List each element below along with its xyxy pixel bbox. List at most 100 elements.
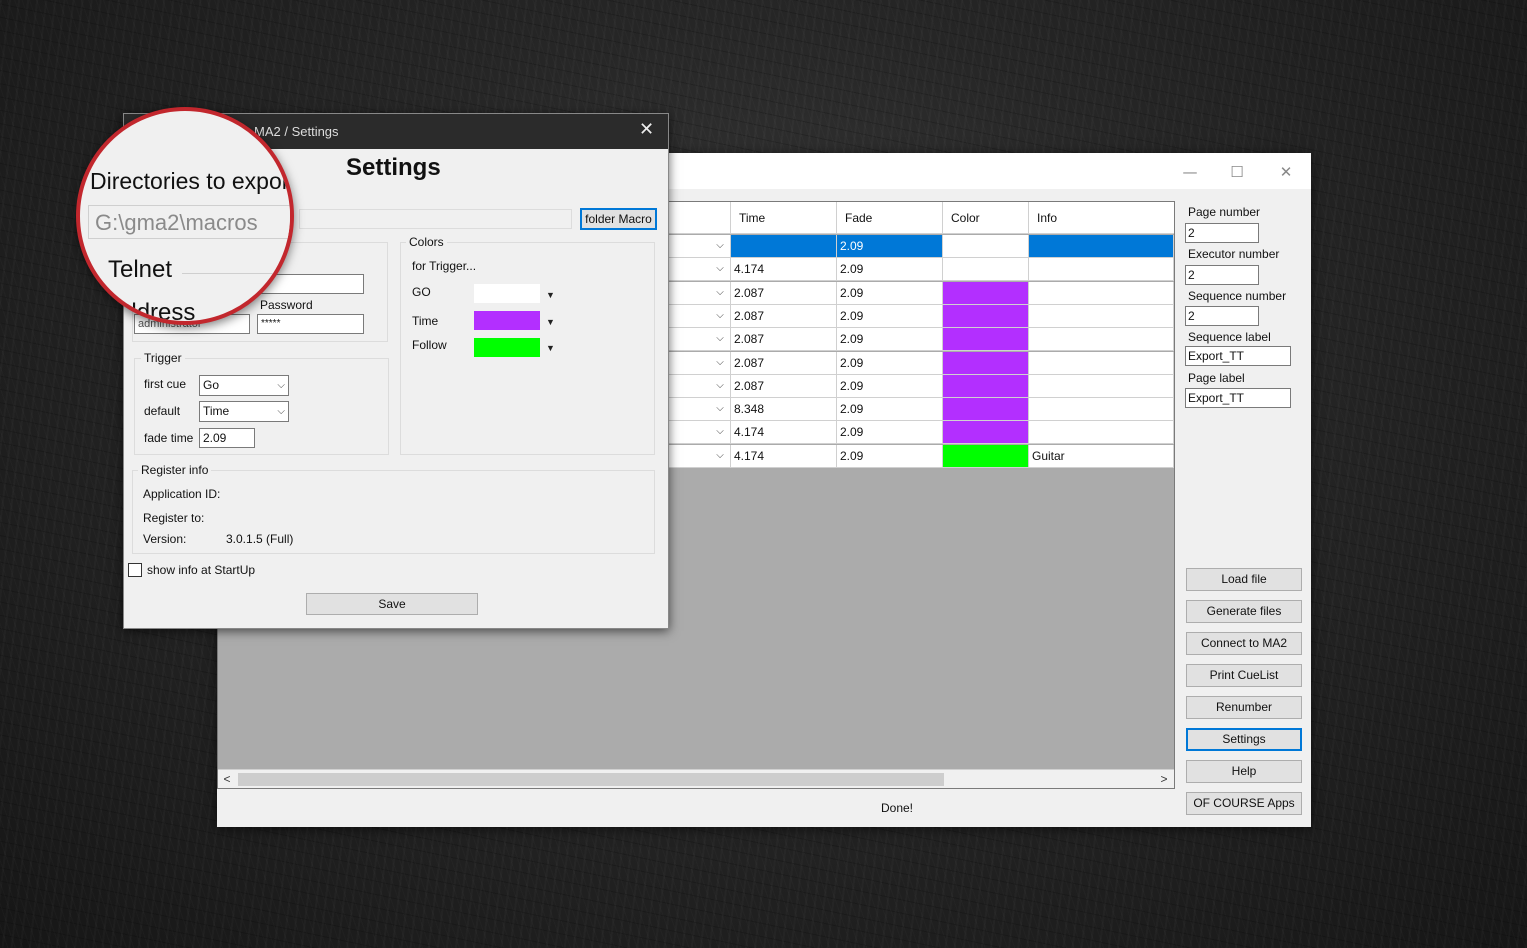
- load-file-button[interactable]: Load file: [1186, 568, 1302, 591]
- color-cell[interactable]: [943, 258, 1029, 282]
- time-color-swatch[interactable]: [474, 311, 540, 330]
- color-cell[interactable]: [943, 444, 1029, 468]
- default-label: default: [144, 404, 181, 418]
- info-cell[interactable]: [1029, 374, 1174, 398]
- scroll-left-icon[interactable]: <: [218, 770, 236, 789]
- dropdown-arrow-icon[interactable]: ▼: [546, 317, 555, 327]
- chevron-down-icon: ⌵: [277, 380, 285, 391]
- time-cell[interactable]: 4.174: [731, 258, 837, 282]
- register-info-group: Register info: [132, 463, 655, 554]
- directory-field-zoomed[interactable]: G:\gma2\macros: [88, 205, 290, 239]
- header-color[interactable]: Color: [943, 202, 1029, 234]
- fade-cell[interactable]: 2.09: [837, 351, 943, 375]
- chevron-down-icon[interactable]: ⌵: [714, 357, 726, 369]
- generate-files-button[interactable]: Generate files: [1186, 600, 1302, 623]
- fade-cell[interactable]: 2.09: [837, 374, 943, 398]
- chevron-down-icon[interactable]: ⌵: [714, 240, 726, 252]
- time-cell[interactable]: 4.174: [731, 444, 837, 468]
- fade-cell[interactable]: 2.09: [837, 421, 943, 445]
- info-cell[interactable]: [1029, 281, 1174, 305]
- renumber-button[interactable]: Renumber: [1186, 696, 1302, 719]
- for-trigger-label: for Trigger...: [412, 259, 477, 273]
- color-cell[interactable]: [943, 235, 1029, 258]
- magnifier-content: Directories to export G:\gma2\macros Tel…: [80, 111, 290, 321]
- fade-cell[interactable]: 2.09: [837, 328, 943, 352]
- fade-cell[interactable]: 2.09: [837, 281, 943, 305]
- chevron-down-icon[interactable]: ⌵: [714, 263, 726, 275]
- chevron-down-icon[interactable]: ⌵: [714, 380, 726, 392]
- dropdown-arrow-icon[interactable]: ▼: [546, 290, 555, 300]
- settings-button[interactable]: Settings: [1186, 728, 1302, 751]
- chevron-down-icon[interactable]: ⌵: [714, 403, 726, 415]
- fade-cell[interactable]: 2.09: [837, 304, 943, 328]
- sequence-label-field[interactable]: Export_TT: [1185, 346, 1291, 366]
- fade-cell[interactable]: 2.09: [837, 235, 943, 258]
- chevron-down-icon[interactable]: ⌵: [714, 333, 726, 345]
- info-cell[interactable]: Guitar: [1029, 444, 1174, 468]
- time-cell[interactable]: 4.174: [731, 421, 837, 445]
- info-cell[interactable]: [1029, 328, 1174, 352]
- close-icon[interactable]: ✕: [639, 119, 654, 140]
- version-value: 3.0.1.5 (Full): [226, 532, 294, 546]
- color-cell[interactable]: [943, 374, 1029, 398]
- connect-ma2-button[interactable]: Connect to MA2: [1186, 632, 1302, 655]
- info-cell[interactable]: [1029, 304, 1174, 328]
- fade-cell[interactable]: 2.09: [837, 398, 943, 422]
- color-cell[interactable]: [943, 328, 1029, 352]
- show-info-label: show info at StartUp: [147, 563, 256, 577]
- of-course-apps-button[interactable]: OF COURSE Apps: [1186, 792, 1302, 815]
- directory-field[interactable]: [299, 209, 572, 229]
- show-info-checkbox[interactable]: [128, 563, 142, 577]
- time-cell[interactable]: 2.087: [731, 304, 837, 328]
- go-color-swatch[interactable]: [474, 284, 540, 303]
- horizontal-scrollbar[interactable]: < >: [218, 769, 1174, 788]
- close-icon[interactable]: ✕: [1271, 159, 1301, 185]
- time-cell[interactable]: 8.348: [731, 398, 837, 422]
- save-button[interactable]: Save: [306, 593, 478, 615]
- page-label-label: Page label: [1188, 371, 1245, 385]
- time-cell[interactable]: 2.087: [731, 328, 837, 352]
- info-cell[interactable]: [1029, 351, 1174, 375]
- fade-cell[interactable]: 2.09: [837, 258, 943, 282]
- time-cell[interactable]: 2.087: [731, 374, 837, 398]
- executor-number-field[interactable]: 2: [1185, 265, 1259, 285]
- help-button[interactable]: Help: [1186, 760, 1302, 783]
- follow-color-swatch[interactable]: [474, 338, 540, 357]
- chevron-down-icon[interactable]: ⌵: [714, 450, 726, 462]
- dropdown-arrow-icon[interactable]: ▼: [546, 343, 555, 353]
- first-cue-select[interactable]: Go ⌵: [199, 375, 289, 396]
- header-time[interactable]: Time: [731, 202, 837, 234]
- chevron-down-icon[interactable]: ⌵: [714, 310, 726, 322]
- time-cell[interactable]: 2.087: [731, 281, 837, 305]
- fade-time-field[interactable]: 2.09: [199, 428, 255, 448]
- page-label-field[interactable]: Export_TT: [1185, 388, 1291, 408]
- color-cell[interactable]: [943, 281, 1029, 305]
- time-cell[interactable]: 2.087: [731, 351, 837, 375]
- scrollbar-thumb[interactable]: [238, 773, 944, 786]
- header-info[interactable]: Info: [1029, 202, 1174, 234]
- color-cell[interactable]: [943, 398, 1029, 422]
- default-select[interactable]: Time ⌵: [199, 401, 289, 422]
- page-number-field[interactable]: 2: [1185, 223, 1259, 243]
- color-cell[interactable]: [943, 421, 1029, 445]
- info-cell[interactable]: [1029, 421, 1174, 445]
- minimize-icon[interactable]: —: [1175, 159, 1205, 185]
- sequence-number-field[interactable]: 2: [1185, 306, 1259, 326]
- info-cell[interactable]: [1029, 235, 1174, 258]
- time-color-label: Time: [412, 314, 439, 328]
- fade-cell[interactable]: 2.09: [837, 444, 943, 468]
- color-cell[interactable]: [943, 351, 1029, 375]
- chevron-down-icon[interactable]: ⌵: [714, 287, 726, 299]
- scroll-right-icon[interactable]: >: [1155, 770, 1173, 789]
- print-cuelist-button[interactable]: Print CueList: [1186, 664, 1302, 687]
- info-cell[interactable]: [1029, 398, 1174, 422]
- maximize-icon[interactable]: ☐: [1222, 159, 1252, 185]
- time-cell[interactable]: [731, 235, 837, 258]
- header-fade[interactable]: Fade: [837, 202, 943, 234]
- magnifier-callout: Directories to export G:\gma2\macros Tel…: [76, 107, 294, 325]
- color-cell[interactable]: [943, 304, 1029, 328]
- first-cue-label: first cue: [144, 377, 187, 391]
- info-cell[interactable]: [1029, 258, 1174, 282]
- folder-macro-button[interactable]: folder Macro: [580, 208, 657, 230]
- chevron-down-icon[interactable]: ⌵: [714, 426, 726, 438]
